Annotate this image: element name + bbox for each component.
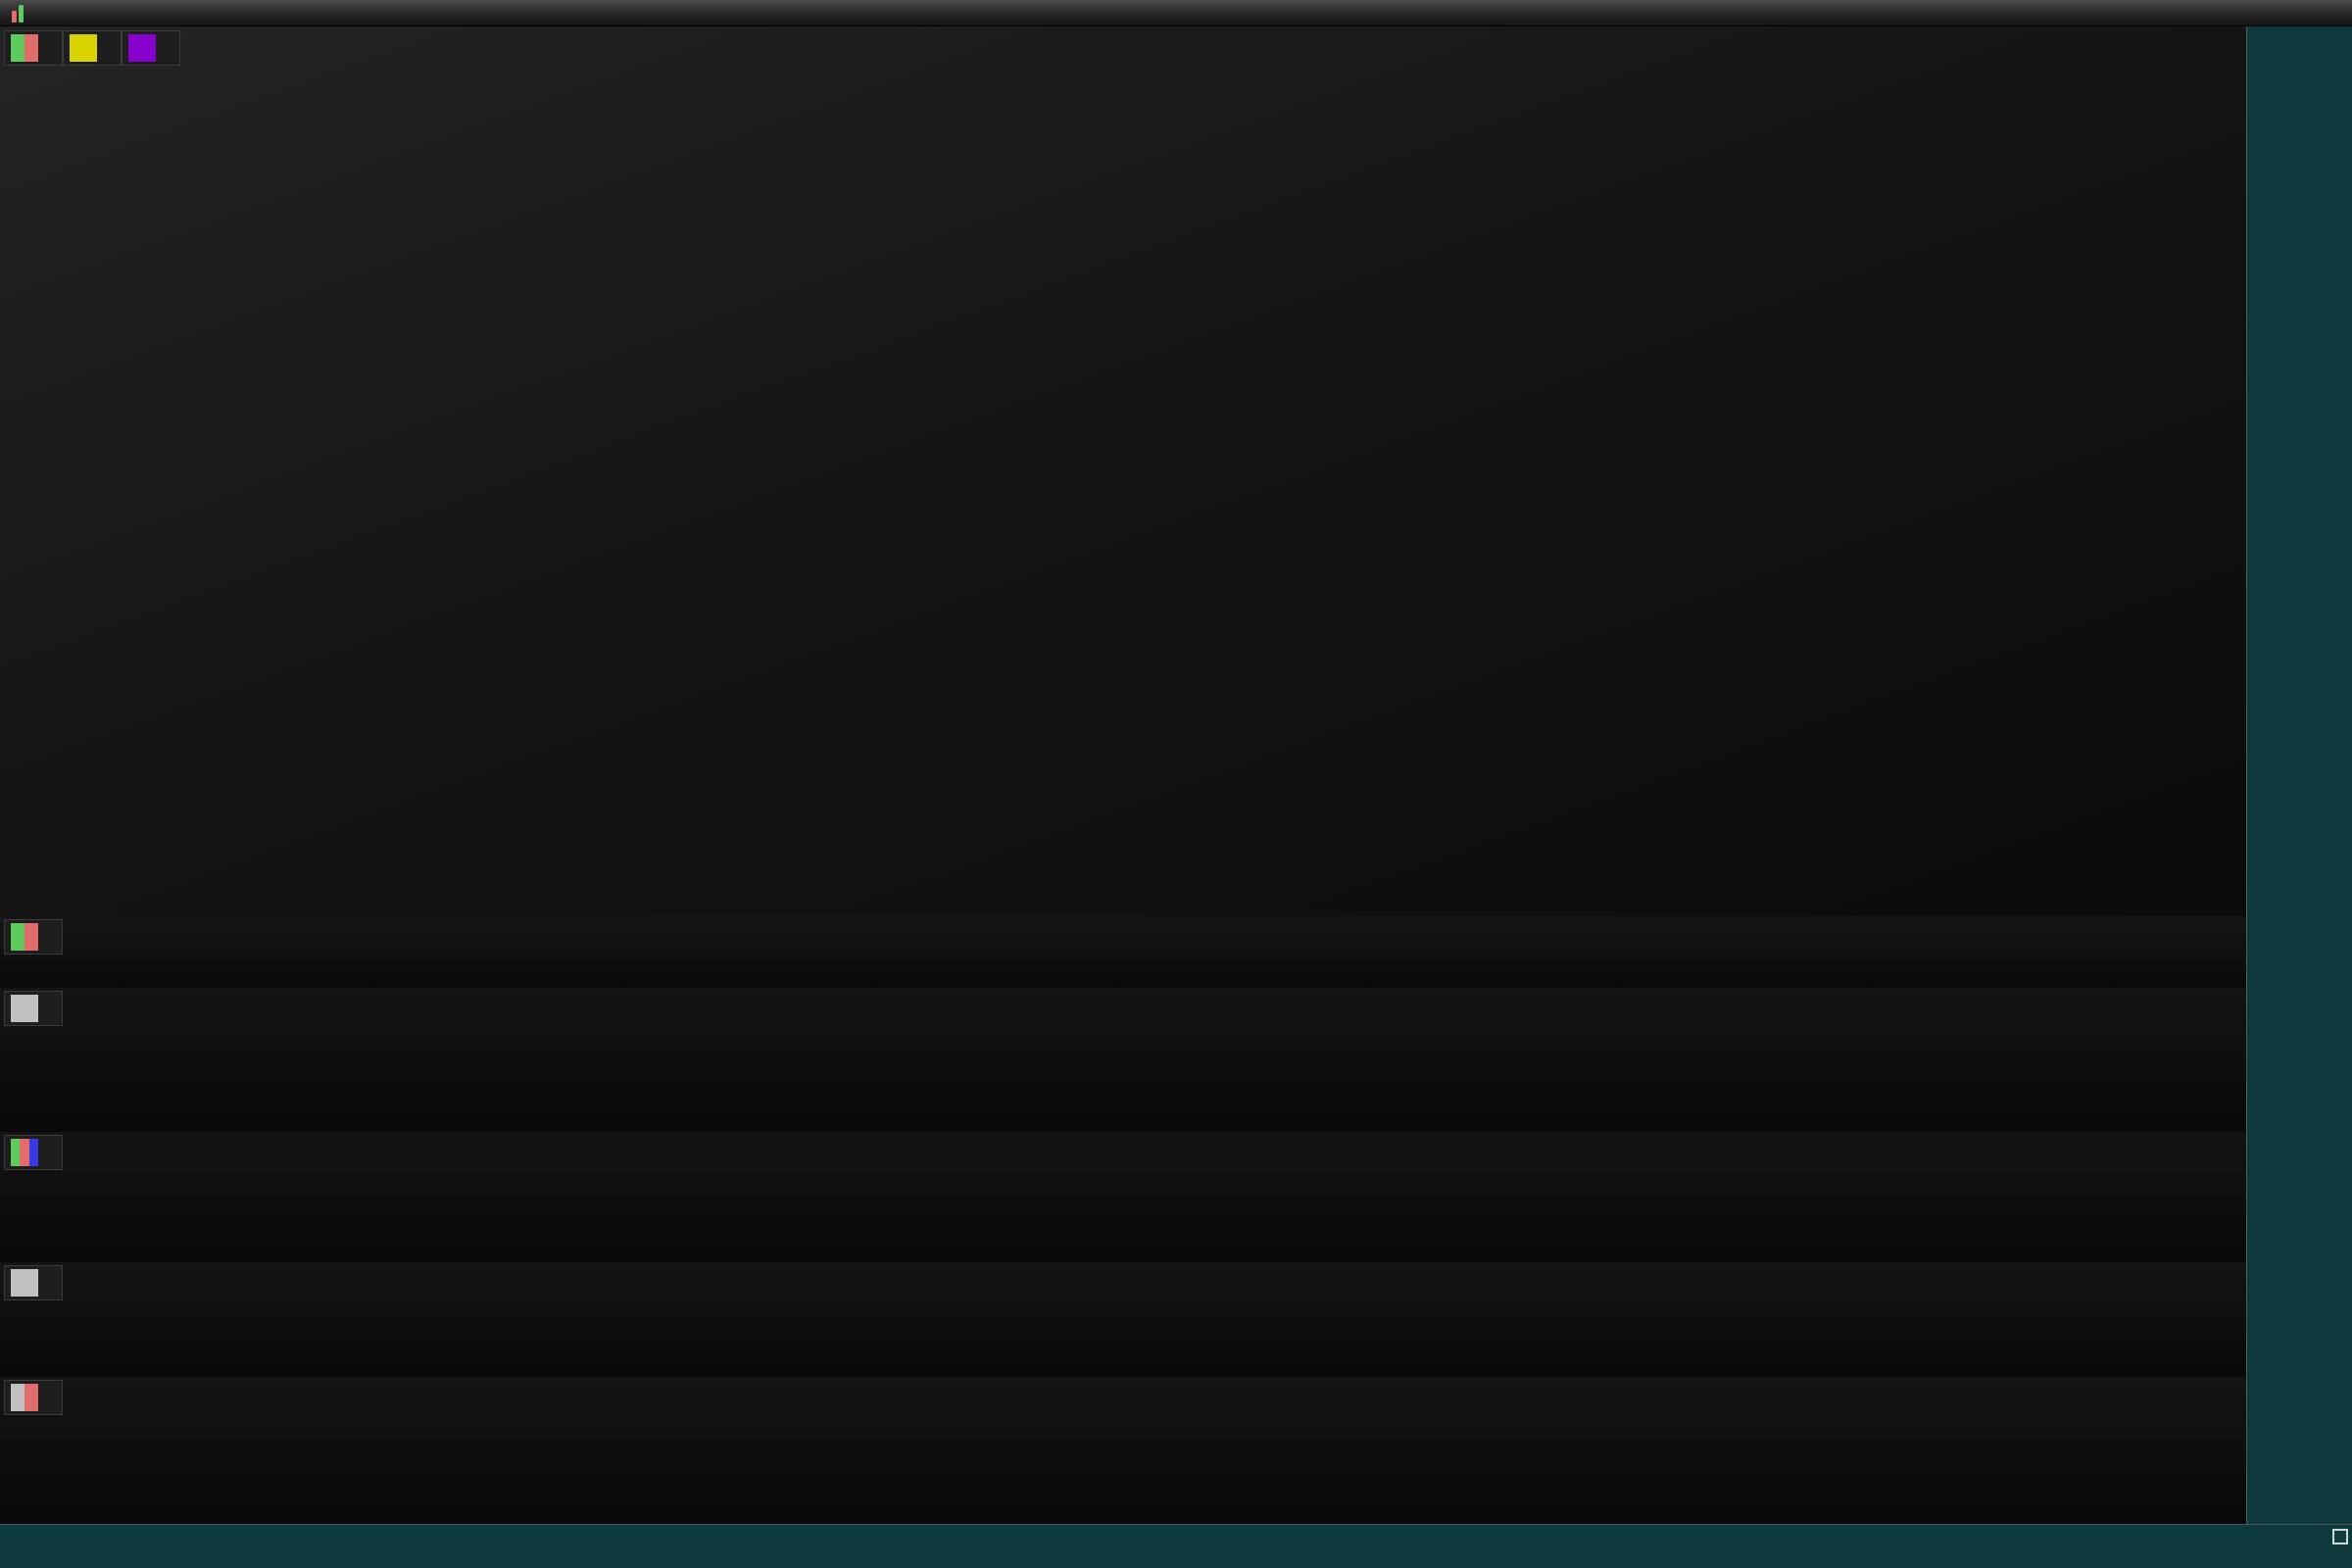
- indicator-legend: [4, 30, 180, 66]
- stochrsi-icon: [11, 1269, 38, 1297]
- axis-corner-handle[interactable]: [2332, 1529, 2348, 1544]
- candlestick-logo-icon: [12, 3, 24, 23]
- bollinger-series-icon: [128, 34, 156, 62]
- legend-bollinger-chip[interactable]: [122, 30, 180, 66]
- rsi-pane-label[interactable]: [4, 991, 63, 1026]
- sma-series-icon: [70, 34, 97, 62]
- volume-icon: [11, 923, 38, 951]
- volume-pane-label[interactable]: [4, 919, 63, 955]
- stochastic-pane-label[interactable]: [4, 1380, 63, 1415]
- macd-pane-label[interactable]: [4, 1135, 63, 1170]
- chart-canvas[interactable]: [0, 0, 2352, 1568]
- title-bar: [0, 0, 2352, 26]
- stochastic-icon: [11, 1384, 38, 1411]
- legend-sma-chip[interactable]: [63, 30, 122, 66]
- legend-price-chip[interactable]: [4, 30, 63, 66]
- macd-icon: [11, 1139, 38, 1166]
- time-axis[interactable]: [0, 1524, 2352, 1568]
- stochrsi-pane-label[interactable]: [4, 1265, 63, 1300]
- rsi-icon: [11, 995, 38, 1022]
- trading-app-window: [0, 0, 2352, 1568]
- price-series-icon: [11, 34, 38, 62]
